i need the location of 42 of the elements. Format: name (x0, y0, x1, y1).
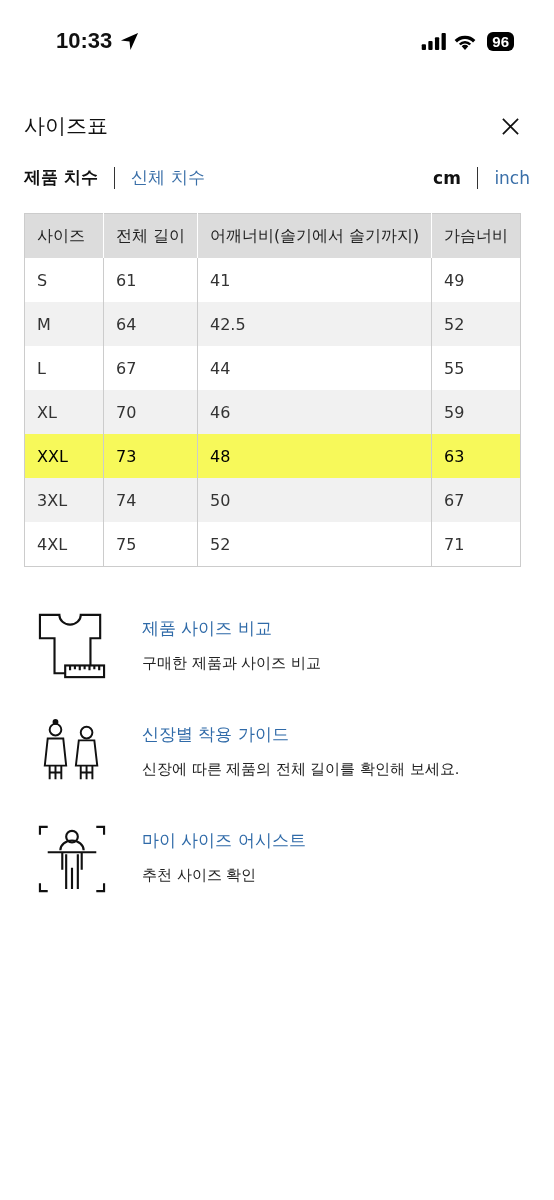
column-header: 가슴너비 (431, 213, 521, 258)
shirt-ruler-icon (38, 613, 106, 681)
table-cell: 73 (103, 434, 198, 478)
close-icon[interactable] (501, 116, 520, 136)
table-cell: 46 (197, 390, 432, 434)
page-title: 사이즈표 (24, 113, 108, 140)
unit-toggle[interactable]: cm (433, 167, 461, 188)
column-header: 어깨너비(솔기에서 솔기까지) (197, 213, 432, 258)
table-cell: 71 (431, 522, 521, 567)
table-cell: 74 (103, 478, 198, 522)
table-cell: M (24, 302, 104, 346)
guide-description: 추천 사이즈 확인 (142, 866, 258, 885)
body-scan-icon (38, 825, 106, 893)
unit-toggle[interactable]: inch (494, 167, 530, 188)
guide-description: 신장에 따른 제품의 전체 길이를 확인해 보세요. (142, 760, 460, 779)
table-cell: 63 (431, 434, 521, 478)
table-cell: 75 (103, 522, 198, 567)
column-header: 전체 길이 (103, 213, 198, 258)
table-cell: 70 (103, 390, 198, 434)
table-cell: 48 (197, 434, 432, 478)
table-cell: 50 (197, 478, 432, 522)
measurement-tab[interactable]: 제품 치수 (24, 166, 98, 189)
table-cell: 42.5 (197, 302, 432, 346)
signal-icon (421, 32, 448, 50)
guide-description: 구매한 제품과 사이즈 비교 (142, 654, 321, 673)
table-cell: 52 (197, 522, 432, 567)
column-header: 사이즈 (24, 213, 104, 258)
table-cell: 64 (103, 302, 198, 346)
table-cell: 59 (431, 390, 521, 434)
measurement-tab[interactable]: 신체 치수 (131, 166, 205, 189)
table-cell: 4XL (24, 522, 104, 567)
table-cell: XXL (24, 434, 104, 478)
guide-link[interactable]: 제품 사이즈 비교 (142, 617, 321, 640)
guide-link[interactable]: 신장별 착용 가이드 (142, 723, 460, 746)
guide-link[interactable]: 마이 사이즈 어시스트 (142, 829, 306, 852)
table-cell: 67 (431, 478, 521, 522)
table-cell: XL (24, 390, 104, 434)
battery-indicator: 96 (487, 31, 514, 51)
table-cell: 3XL (24, 478, 104, 522)
status-time: 10:33 (56, 28, 113, 54)
location-arrow-icon (120, 31, 140, 51)
table-cell: 52 (431, 302, 521, 346)
